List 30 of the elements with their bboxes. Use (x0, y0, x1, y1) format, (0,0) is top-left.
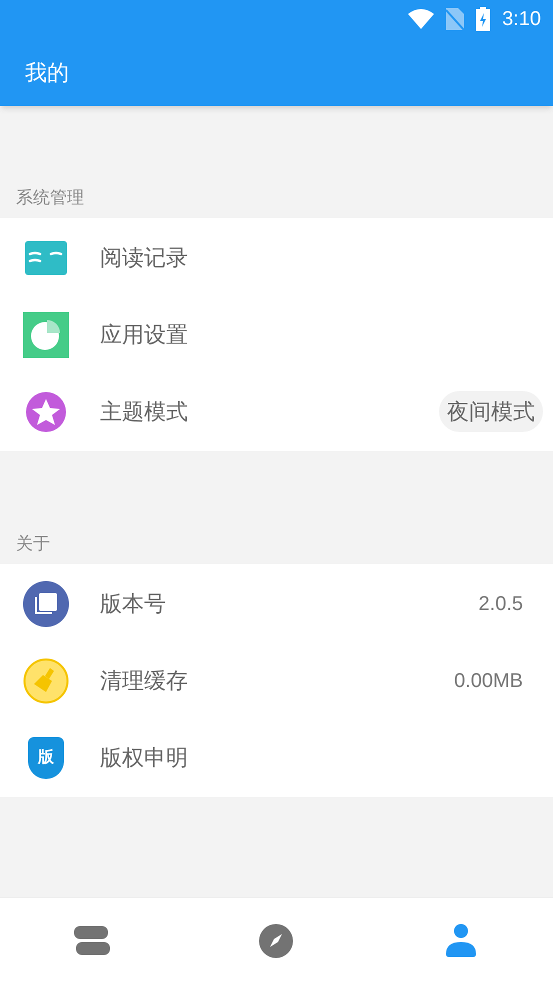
layers-icon (23, 580, 69, 626)
settings-item[interactable]: 阅读记录 (0, 219, 553, 296)
item-label: 应用设置 (100, 321, 189, 349)
item-label: 版本号 (100, 590, 167, 618)
compass-icon (258, 922, 294, 958)
broom-icon (23, 658, 69, 704)
section-header: 关于 (16, 532, 50, 554)
mode-chip[interactable]: 夜间模式 (439, 391, 543, 432)
item-label: 清理缓存 (100, 667, 189, 695)
book-icon (25, 240, 67, 274)
person-icon (444, 924, 477, 958)
shield-icon: 版 (28, 736, 64, 778)
section-header: 系统管理 (16, 186, 84, 208)
page-title: 我的 (25, 58, 69, 86)
settings-item[interactable]: 应用设置 (0, 296, 553, 373)
status-time: 3:10 (502, 7, 541, 32)
settings-item[interactable]: 版本号 2.0.5 (0, 565, 553, 642)
battery-icon (476, 7, 490, 31)
item-label: 主题模式 (100, 398, 189, 426)
item-label: 阅读记录 (100, 244, 189, 272)
books-icon (74, 926, 110, 956)
pie-chart-icon (23, 312, 69, 358)
settings-item[interactable]: 版 版权申明 (0, 719, 553, 796)
item-label: 版权申明 (100, 744, 189, 772)
item-value: 2.0.5 (478, 592, 523, 616)
settings-item[interactable]: 主题模式 夜间模式 (0, 373, 553, 450)
no-sim-icon (446, 8, 464, 30)
item-value: 0.00MB (454, 668, 523, 694)
settings-item[interactable]: 清理缓存 0.00MB (0, 642, 553, 719)
wifi-icon (408, 9, 434, 29)
